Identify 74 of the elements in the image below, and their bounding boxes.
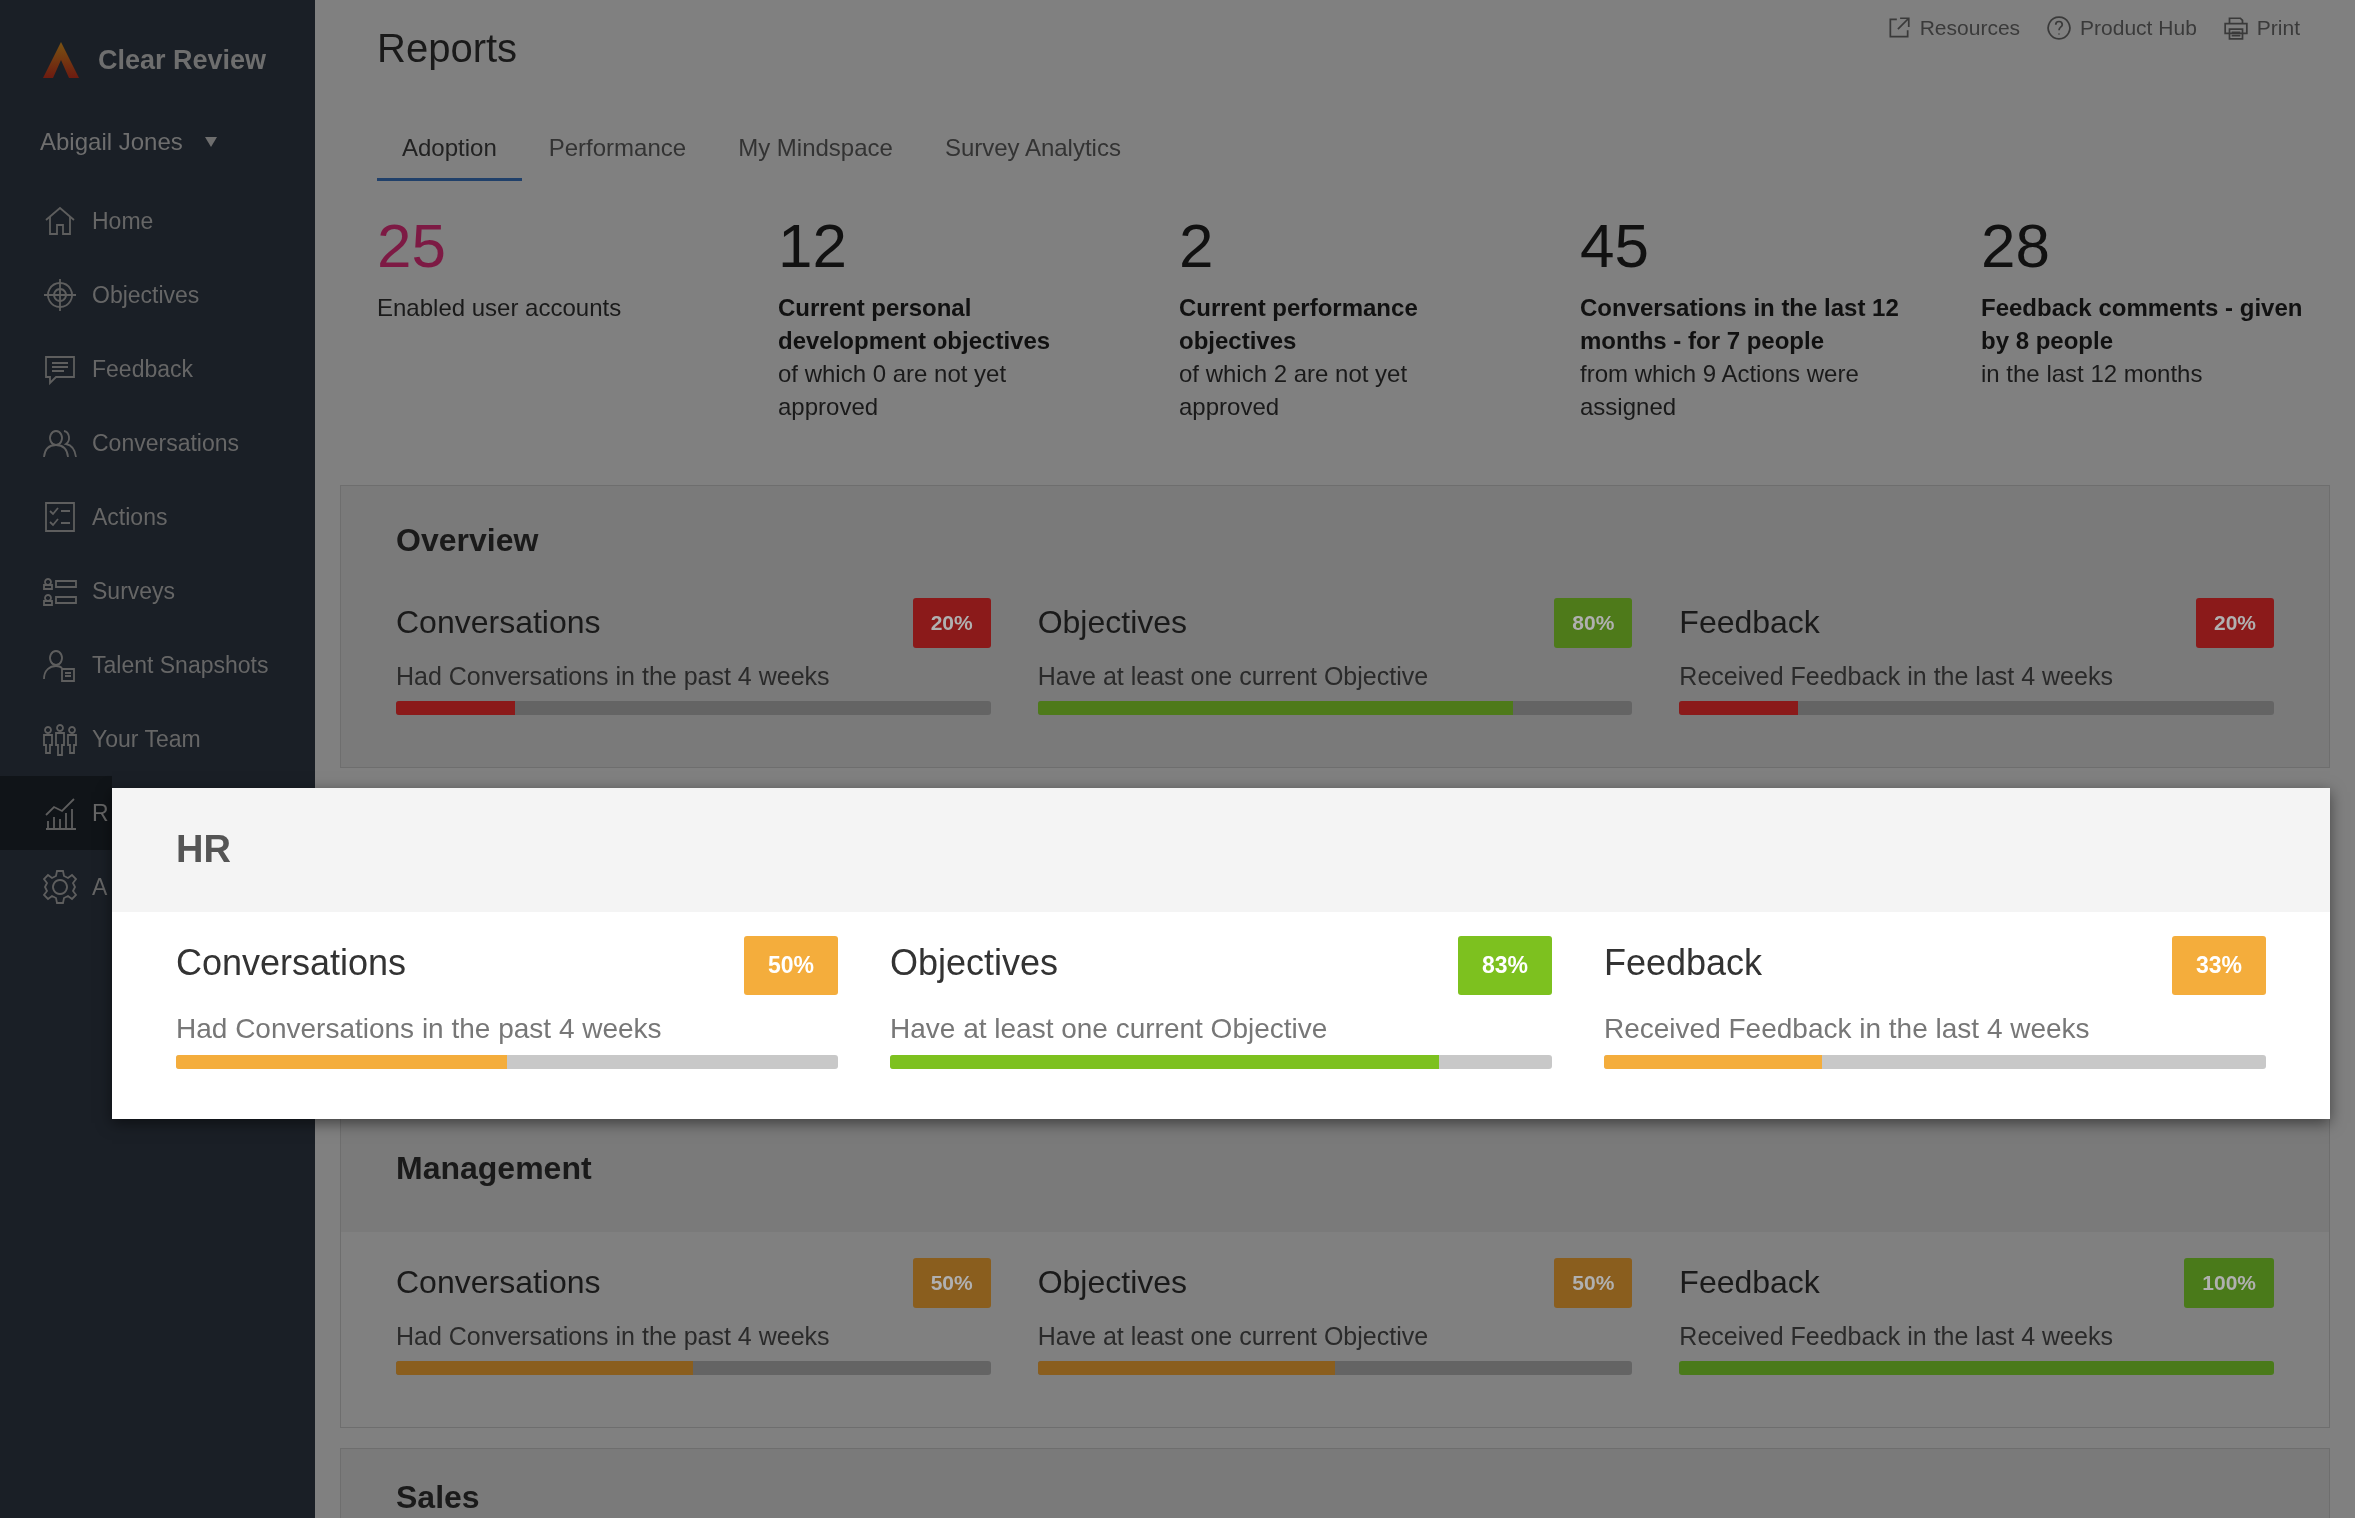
percent-badge: 50% <box>912 1258 991 1308</box>
stat-number: 25 <box>377 215 447 277</box>
nav-item[interactable]: Talent Snapshots <box>0 628 315 702</box>
card-title: Management <box>396 1150 593 1187</box>
nav-item[interactable]: Your Team <box>0 702 315 776</box>
team-icon <box>42 721 78 757</box>
stat-description: of which 2 are not yet approved <box>1179 359 1409 422</box>
nav-item[interactable]: Conversations <box>0 406 315 480</box>
percent-badge: 83% <box>1457 936 1552 995</box>
metric-description: Have at least one current Objective <box>1037 1322 1430 1351</box>
metric-title: Feedback <box>1604 941 1763 984</box>
metric-description: Have at least one current Objective <box>1037 662 1430 691</box>
nav-item[interactable]: Objectives <box>0 258 315 332</box>
user-menu[interactable]: Abigail Jones <box>40 128 217 156</box>
metric-title: Objectives <box>1037 1263 1188 1301</box>
stat-number: 2 <box>1179 215 1215 277</box>
card-title: Sales <box>396 1479 481 1516</box>
person-document-icon <box>42 647 78 683</box>
stat-description: in the last 12 months <box>1981 359 2204 389</box>
percent-badge: 33% <box>2171 936 2266 995</box>
checklist-icon <box>42 499 78 535</box>
stat-title: Current personal development objectives <box>778 293 1052 356</box>
metric-title: Objectives <box>1037 603 1188 641</box>
stat-description: Enabled user accounts <box>377 293 623 323</box>
metric-title: Feedback <box>1679 1263 1820 1301</box>
percent-badge: 100% <box>2184 1258 2274 1308</box>
stat-number: 45 <box>1580 215 1650 277</box>
app-name: Clear Review <box>98 44 267 76</box>
stat-title: Feedback comments - given by 8 people <box>1981 293 2304 356</box>
nav-item[interactable]: Surveys <box>0 554 315 628</box>
header-link[interactable]: Print <box>2222 15 2300 41</box>
stat-title: Conversations in the last 12 months - for 7 people <box>1580 293 1900 356</box>
tab[interactable]: My Mindspace <box>713 112 918 181</box>
card-title: Overview <box>396 522 540 559</box>
metric-description: Have at least one current Objective <box>890 1013 1329 1045</box>
tab[interactable]: Adoption <box>377 112 522 181</box>
nav-item[interactable]: Feedback <box>0 332 315 406</box>
gear-icon <box>42 869 78 905</box>
percent-badge: 20% <box>912 598 991 648</box>
metric-description: Received Feedback in the last 4 weeks <box>1679 662 2114 691</box>
header-link[interactable]: Resources <box>1885 15 2021 41</box>
stat-description: from which 9 Actions were assigned <box>1580 359 1860 422</box>
nav-item[interactable]: A <box>0 850 112 924</box>
nav-item[interactable]: Actions <box>0 480 315 554</box>
percent-badge: 80% <box>1554 598 1633 648</box>
stat-description: of which 0 are not yet approved <box>778 359 1008 422</box>
metric-title: Objectives <box>890 941 1059 984</box>
card-title: HR <box>176 828 232 871</box>
percent-badge: 20% <box>2195 598 2274 648</box>
metric-title: Conversations <box>176 941 407 984</box>
printer-icon <box>2222 15 2249 41</box>
tab[interactable]: Survey Analytics <box>919 112 1146 181</box>
logo-icon <box>40 40 82 80</box>
stat-number: 28 <box>1981 215 2051 277</box>
metric-title: Conversations <box>396 1263 601 1301</box>
metric-description: Had Conversations in the past 4 weeks <box>396 1322 831 1351</box>
metric-description: Had Conversations in the past 4 weeks <box>396 662 831 691</box>
crosshair-icon <box>42 277 78 313</box>
metric-description: Received Feedback in the last 4 weeks <box>1679 1322 2114 1351</box>
percent-badge: 50% <box>743 936 838 995</box>
nav-item[interactable]: R <box>0 776 112 850</box>
caret-icon <box>204 137 217 147</box>
metric-title: Conversations <box>396 603 601 641</box>
nav-item[interactable]: Home <box>0 184 315 258</box>
percent-badge: 50% <box>1554 1258 1633 1308</box>
metric-description: Received Feedback in the last 4 weeks <box>1604 1013 2091 1045</box>
page-title: Reports <box>377 25 518 71</box>
metric-description: Had Conversations in the past 4 weeks <box>176 1013 663 1045</box>
metric-title: Feedback <box>1679 603 1820 641</box>
stat-title: Current performance objectives <box>1179 293 1419 356</box>
stat-number: 12 <box>778 215 848 277</box>
help-icon <box>2046 15 2073 41</box>
tab[interactable]: Performance <box>523 112 712 181</box>
header-link[interactable]: Product Hub <box>2046 15 2197 41</box>
